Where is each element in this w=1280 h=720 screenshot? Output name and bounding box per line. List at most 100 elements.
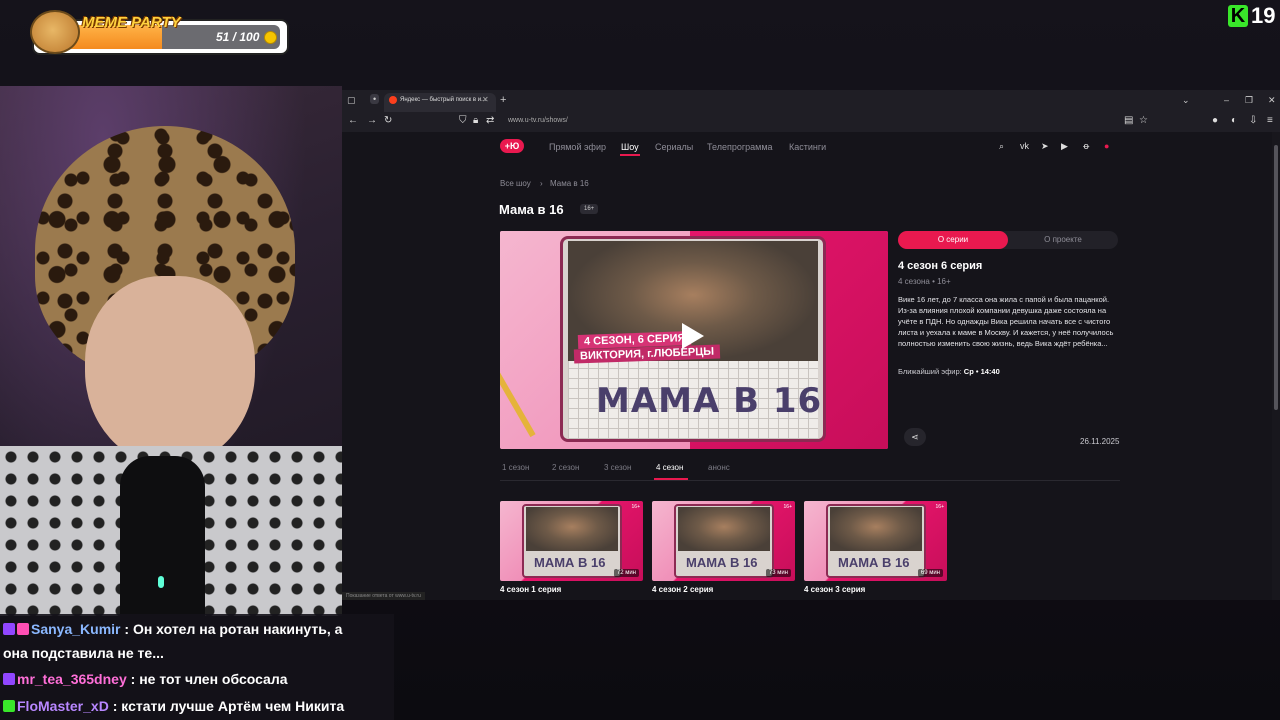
breadcrumb-current: Мама в 16 <box>550 179 589 188</box>
thumb-photo <box>526 507 618 551</box>
forward-icon[interactable]: → <box>367 115 377 126</box>
chat-overlay: Sanya_Kumir : Он хотел на ротан накинуть… <box>0 614 394 720</box>
mic-led <box>158 576 164 588</box>
episode-title: 4 сезон 6 серия <box>898 260 983 272</box>
close-window-icon[interactable]: ✕ <box>1268 95 1276 106</box>
tab-list-icon[interactable]: ▢ <box>347 95 356 106</box>
chat-sep: : <box>126 671 140 687</box>
site-settings-icon[interactable]: ⇄ <box>486 115 494 126</box>
address-bar-row: ← → ↻ ⛉ 🔒︎ ⇄ ▤ ☆ ● ◐ ⇩ ≡ <box>342 112 1280 132</box>
thumb-title: МАМА В 16 <box>838 555 910 570</box>
thumb-age: 16+ <box>783 504 792 510</box>
back-icon[interactable]: ← <box>348 115 358 126</box>
thumb-duration: 72 мин <box>613 569 639 577</box>
nav-live[interactable]: Прямой эфир <box>549 142 606 152</box>
scrollbar[interactable] <box>1274 145 1278 410</box>
url-text[interactable]: www.u-tv.ru/shows/ <box>508 117 568 124</box>
youtube-icon[interactable]: ▶ <box>1061 141 1068 152</box>
menu-icon[interactable]: ≡ <box>1267 115 1273 126</box>
reader-icon[interactable]: ▤ <box>1124 115 1133 126</box>
heart-badge-icon <box>17 623 29 635</box>
chat-text: кстати лучше Артём чем Никита <box>121 698 345 714</box>
nav-tv-guide[interactable]: Телепрограмма <box>707 142 773 152</box>
alice-icon[interactable]: ● <box>1212 115 1218 126</box>
episode-caption-3[interactable]: 4 сезон 3 серия <box>804 585 865 594</box>
shield-icon[interactable]: ⛉ <box>459 115 467 126</box>
doge-icon <box>30 10 80 54</box>
chat-message-1-cont: она подставила не те... <box>3 645 164 661</box>
thumb-duration: 69 мин <box>917 569 943 577</box>
site-logo[interactable]: +Ю <box>500 139 524 153</box>
download-icon[interactable]: ⇩ <box>1249 115 1257 126</box>
nav-series[interactable]: Сериалы <box>655 142 693 152</box>
thumb-title: МАМА В 16 <box>534 555 606 570</box>
share-icon[interactable]: ⋖ <box>904 428 926 446</box>
meme-party-count: 51 / 100 <box>216 30 260 44</box>
episode-card-3[interactable]: МАМА В 16 16+ 69 мин <box>804 501 947 581</box>
streamer-face <box>85 276 255 466</box>
thumb-title: МАМА В 16 <box>686 555 758 570</box>
extension-icon[interactable]: ◐ <box>1231 115 1237 126</box>
season-tab-4[interactable]: 4 сезон <box>656 463 683 472</box>
episode-card-2[interactable]: МАМА В 16 16+ 73 мин <box>652 501 795 581</box>
episode-subtitle: 4 сезона • 16+ <box>898 277 951 286</box>
chat-message-1: Sanya_Kumir : Он хотел на ротан накинуть… <box>3 621 342 637</box>
bookmark-star-icon[interactable]: ☆ <box>1139 115 1148 126</box>
odnoklassniki-icon[interactable]: ꝋ <box>1083 141 1089 152</box>
chevron-down-icon[interactable]: ⌄ <box>1182 95 1190 106</box>
chat-nick: FloMaster_xD <box>17 698 109 714</box>
twitch-icon <box>3 623 15 635</box>
tab-about-episode[interactable]: О серии <box>898 231 1008 249</box>
kick-icon <box>3 700 15 712</box>
episode-date: 26.11.2025 <box>1080 437 1120 446</box>
show-logo-text: МАМА В 16 <box>596 381 823 421</box>
thumb-photo <box>830 507 922 551</box>
season-tab-2[interactable]: 2 сезон <box>552 463 579 472</box>
breadcrumb-all-shows[interactable]: Все шоу <box>500 179 531 188</box>
status-tooltip: Показание ответа от www.u-tv.ru <box>342 592 425 600</box>
season-tab-announce[interactable]: анонс <box>708 463 730 472</box>
next-airing-label: Ближайший эфир: <box>898 367 962 376</box>
tab-group-icon[interactable]: • <box>370 94 380 104</box>
twitch-icon <box>3 673 15 685</box>
kick-logo-icon: K <box>1228 5 1248 27</box>
chat-text: Он хотел на ротан накинуть, а <box>132 621 343 637</box>
vk-icon[interactable]: vk <box>1020 141 1029 151</box>
lock-icon[interactable]: 🔒︎ <box>473 115 478 126</box>
chat-sep: : <box>120 621 133 637</box>
episode-caption-2[interactable]: 4 сезон 2 серия <box>652 585 713 594</box>
episode-caption-1[interactable]: 4 сезон 1 серия <box>500 585 561 594</box>
yandex-icon <box>389 96 397 104</box>
season-tab-1[interactable]: 1 сезон <box>502 463 529 472</box>
season-divider <box>500 480 1120 481</box>
next-airing: Ближайший эфир: Ср • 14:40 <box>898 367 1000 376</box>
tab-about-project[interactable]: О проекте <box>1008 231 1118 249</box>
url-field[interactable] <box>452 93 1152 107</box>
play-icon[interactable] <box>682 323 704 349</box>
reload-icon[interactable]: ↻ <box>384 115 392 126</box>
breadcrumb-separator-icon: › <box>540 179 543 188</box>
restore-icon[interactable]: ❐ <box>1245 95 1253 106</box>
next-airing-value: Ср • 14:40 <box>963 367 1000 376</box>
nav-shows[interactable]: Шоу <box>621 142 639 152</box>
browser-window: ▢ • Яндекс — быстрый поиск в и... ✕ + ⌄ … <box>342 90 1280 600</box>
chat-text: не тот член обсосала <box>139 671 288 687</box>
telegram-icon[interactable]: ➤ <box>1041 141 1049 152</box>
chat-sep: : <box>108 698 122 714</box>
thumb-duration: 73 мин <box>765 569 791 577</box>
microphone <box>120 456 205 616</box>
episode-card-1[interactable]: МАМА В 16 16+ 72 мин <box>500 501 643 581</box>
profile-icon[interactable]: ● <box>1104 141 1109 151</box>
nav-active-underline <box>620 154 640 156</box>
search-icon[interactable]: ⌕ <box>999 141 1004 152</box>
chat-nick: mr_tea_365dney <box>17 671 127 687</box>
season-tab-3[interactable]: 3 сезон <box>604 463 631 472</box>
nav-castings[interactable]: Кастинги <box>789 142 826 152</box>
meme-party-title: MEME PARTY <box>82 14 181 31</box>
season-active-underline <box>654 478 688 480</box>
coin-icon <box>264 31 277 44</box>
chat-nick: Sanya_Kumir <box>31 621 121 637</box>
video-player[interactable]: 4 СЕЗОН, 6 СЕРИЯ ВИКТОРИЯ, г.ЛЮБЕРЦЫ МАМ… <box>500 231 888 449</box>
age-rating-badge: 16+ <box>580 204 599 214</box>
minimize-icon[interactable]: – <box>1224 95 1229 105</box>
